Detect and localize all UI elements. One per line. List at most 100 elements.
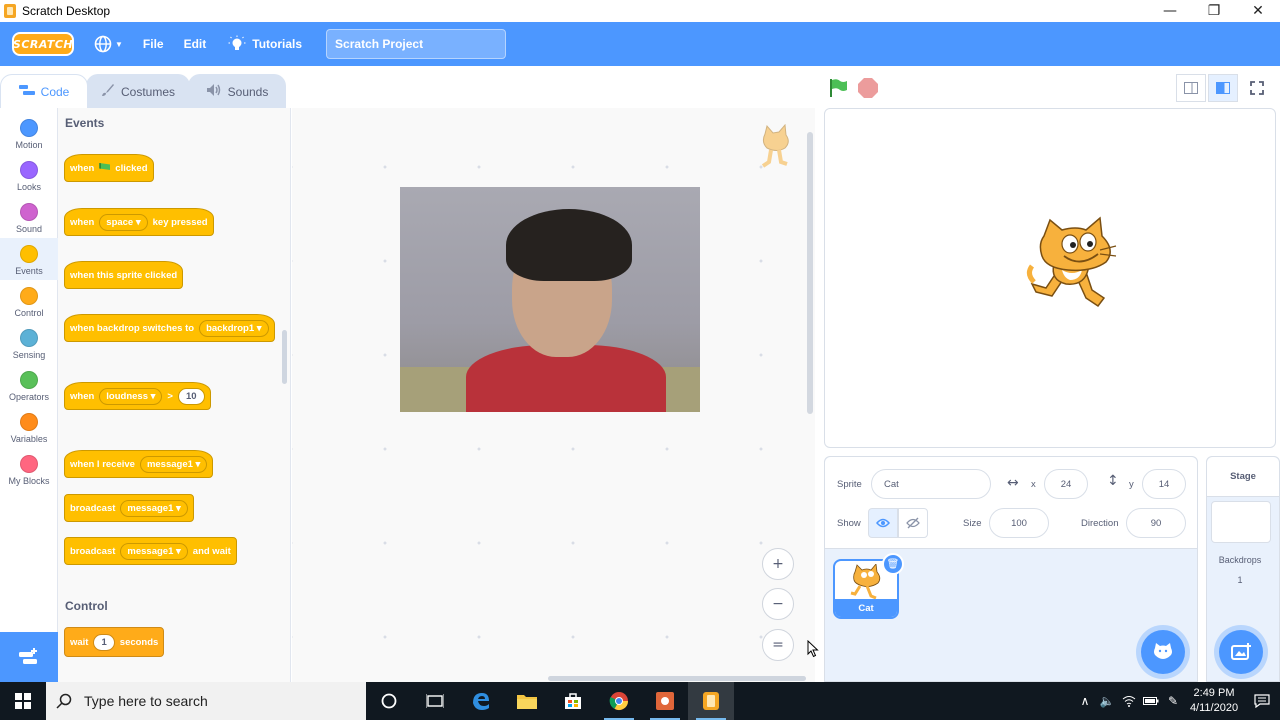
- wifi-icon[interactable]: [1118, 682, 1140, 720]
- when-backdrop-switches-block[interactable]: when backdrop switches to backdrop1: [64, 305, 275, 342]
- tab-code-label: Code: [40, 84, 70, 99]
- category-looks[interactable]: Looks: [0, 154, 58, 196]
- block-text: wait: [70, 636, 89, 648]
- large-stage-button[interactable]: [1208, 74, 1238, 102]
- broadcast-and-wait-block[interactable]: broadcast message1 and wait: [64, 537, 237, 565]
- project-title-input[interactable]: Scratch Project: [326, 29, 507, 59]
- wait-seconds-block[interactable]: wait 1 seconds: [64, 627, 165, 657]
- sound-dot-icon: [20, 203, 38, 221]
- taskbar-search-box[interactable]: Type here to search: [46, 682, 366, 720]
- restore-button[interactable]: ❐: [1192, 0, 1236, 22]
- tab-code[interactable]: Code: [0, 74, 88, 108]
- when-loudness-block[interactable]: when loudness > 10: [64, 373, 211, 410]
- tutorials-menu[interactable]: Tutorials: [228, 35, 302, 53]
- editor-tabs: Code Costumes Sounds: [0, 74, 286, 108]
- broadcast-wait-dropdown[interactable]: message1: [120, 542, 188, 560]
- tab-sounds[interactable]: Sounds: [188, 74, 286, 108]
- category-operators[interactable]: Operators: [0, 364, 58, 406]
- sprite-info-pane: Sprite Cat ↔ x 24 ↕ y 14 Show Size 100 D…: [824, 456, 1198, 682]
- speaker-icon: [206, 83, 222, 100]
- hide-sprite-button[interactable]: [898, 508, 928, 538]
- cortana-button[interactable]: [366, 682, 412, 720]
- backdrops-label: Backdrops: [1218, 555, 1262, 565]
- language-menu[interactable]: ▼: [94, 35, 123, 53]
- sprite-name-input[interactable]: Cat: [871, 469, 991, 499]
- delete-sprite-button[interactable]: 🗑: [882, 553, 904, 575]
- tab-costumes-label: Costumes: [120, 84, 176, 99]
- script-horizontal-scrollbar[interactable]: [548, 676, 806, 681]
- add-sprite-button[interactable]: [1141, 630, 1185, 674]
- edit-menu[interactable]: Edit: [184, 37, 207, 51]
- edge-browser-button[interactable]: [458, 682, 504, 720]
- scratch-logo[interactable]: SCRATCH: [12, 32, 74, 56]
- events-dot-icon: [20, 245, 38, 263]
- key-dropdown[interactable]: space: [99, 213, 148, 231]
- small-stage-button[interactable]: [1176, 74, 1206, 102]
- category-events[interactable]: Events: [0, 238, 58, 280]
- category-sound[interactable]: Sound: [0, 196, 58, 238]
- broadcast-dropdown[interactable]: message1: [120, 499, 188, 517]
- green-flag-button[interactable]: [828, 78, 848, 98]
- taskbar-clock[interactable]: 2:49 PM 4/11/2020: [1184, 686, 1244, 716]
- zoom-in-button[interactable]: +: [762, 548, 794, 580]
- minimize-button[interactable]: —: [1148, 0, 1192, 22]
- add-extension-button[interactable]: [0, 632, 58, 682]
- close-button[interactable]: ✕: [1236, 0, 1280, 22]
- pen-ink-icon[interactable]: ✎: [1162, 682, 1184, 720]
- add-backdrop-button[interactable]: [1219, 630, 1263, 674]
- window-title: Scratch Desktop: [22, 4, 111, 18]
- zoom-out-button[interactable]: −: [762, 588, 794, 620]
- chrome-button[interactable]: [596, 682, 642, 720]
- recorder-app-button[interactable]: [642, 682, 688, 720]
- category-motion[interactable]: Motion: [0, 112, 58, 154]
- loudness-dropdown[interactable]: loudness: [99, 387, 163, 405]
- backdrop-dropdown[interactable]: backdrop1: [199, 319, 269, 337]
- y-position-input[interactable]: 14: [1142, 469, 1186, 499]
- block-text: when I receive: [70, 458, 135, 470]
- when-i-receive-block[interactable]: when I receive message1: [64, 441, 214, 478]
- tab-costumes[interactable]: Costumes: [86, 74, 190, 108]
- task-view-button[interactable]: [412, 682, 458, 720]
- folder-icon: [517, 695, 537, 709]
- start-button[interactable]: [0, 682, 46, 720]
- sprite-label: Sprite: [837, 479, 862, 490]
- window-controls: — ❐ ✕: [1148, 0, 1280, 22]
- when-flag-clicked-block[interactable]: when clicked: [64, 145, 154, 182]
- category-control[interactable]: Control: [0, 280, 58, 322]
- fullscreen-button[interactable]: [1242, 74, 1272, 102]
- show-sprite-button[interactable]: [868, 508, 898, 538]
- stop-button[interactable]: [858, 78, 878, 98]
- x-arrows-icon: ↔: [1007, 475, 1019, 491]
- category-variables[interactable]: Variables: [0, 406, 58, 448]
- variables-dot-icon: [20, 413, 38, 431]
- scratch-desktop-taskbar-button[interactable]: [688, 682, 734, 720]
- when-key-pressed-block[interactable]: when space key pressed: [64, 199, 214, 236]
- stage-thumbnail[interactable]: [1211, 501, 1271, 543]
- script-area[interactable]: + − =: [292, 108, 815, 682]
- battery-icon[interactable]: [1140, 682, 1162, 720]
- wait-input[interactable]: 1: [93, 633, 115, 651]
- category-label: Sound: [15, 224, 43, 234]
- direction-input[interactable]: 90: [1126, 508, 1186, 538]
- palette-scrollbar[interactable]: [282, 330, 287, 384]
- script-vertical-scrollbar[interactable]: [807, 132, 813, 414]
- loudness-input[interactable]: 10: [177, 387, 205, 405]
- receive-dropdown[interactable]: message1: [139, 455, 208, 473]
- cat-sprite-icon[interactable]: [1024, 214, 1120, 314]
- file-menu[interactable]: File: [143, 37, 164, 51]
- stage-selector-pane[interactable]: Stage Backdrops 1: [1206, 456, 1280, 682]
- category-sensing[interactable]: Sensing: [0, 322, 58, 364]
- broadcast-block[interactable]: broadcast message1: [64, 494, 194, 522]
- action-center-button[interactable]: [1244, 694, 1280, 708]
- tray-chevron-up-icon[interactable]: ∧: [1074, 682, 1096, 720]
- when-sprite-clicked-block[interactable]: when this sprite clicked: [64, 252, 184, 289]
- file-explorer-button[interactable]: [504, 682, 550, 720]
- zoom-reset-button[interactable]: =: [762, 629, 794, 661]
- current-sprite-icon: [761, 124, 789, 168]
- store-button[interactable]: [550, 682, 596, 720]
- category-my-blocks[interactable]: My Blocks: [0, 448, 58, 490]
- volume-icon[interactable]: 🔈: [1096, 682, 1118, 720]
- x-position-input[interactable]: 24: [1044, 469, 1088, 499]
- category-menu: Motion Looks Sound Events Control Sensin…: [0, 108, 58, 632]
- size-input[interactable]: 100: [989, 508, 1049, 538]
